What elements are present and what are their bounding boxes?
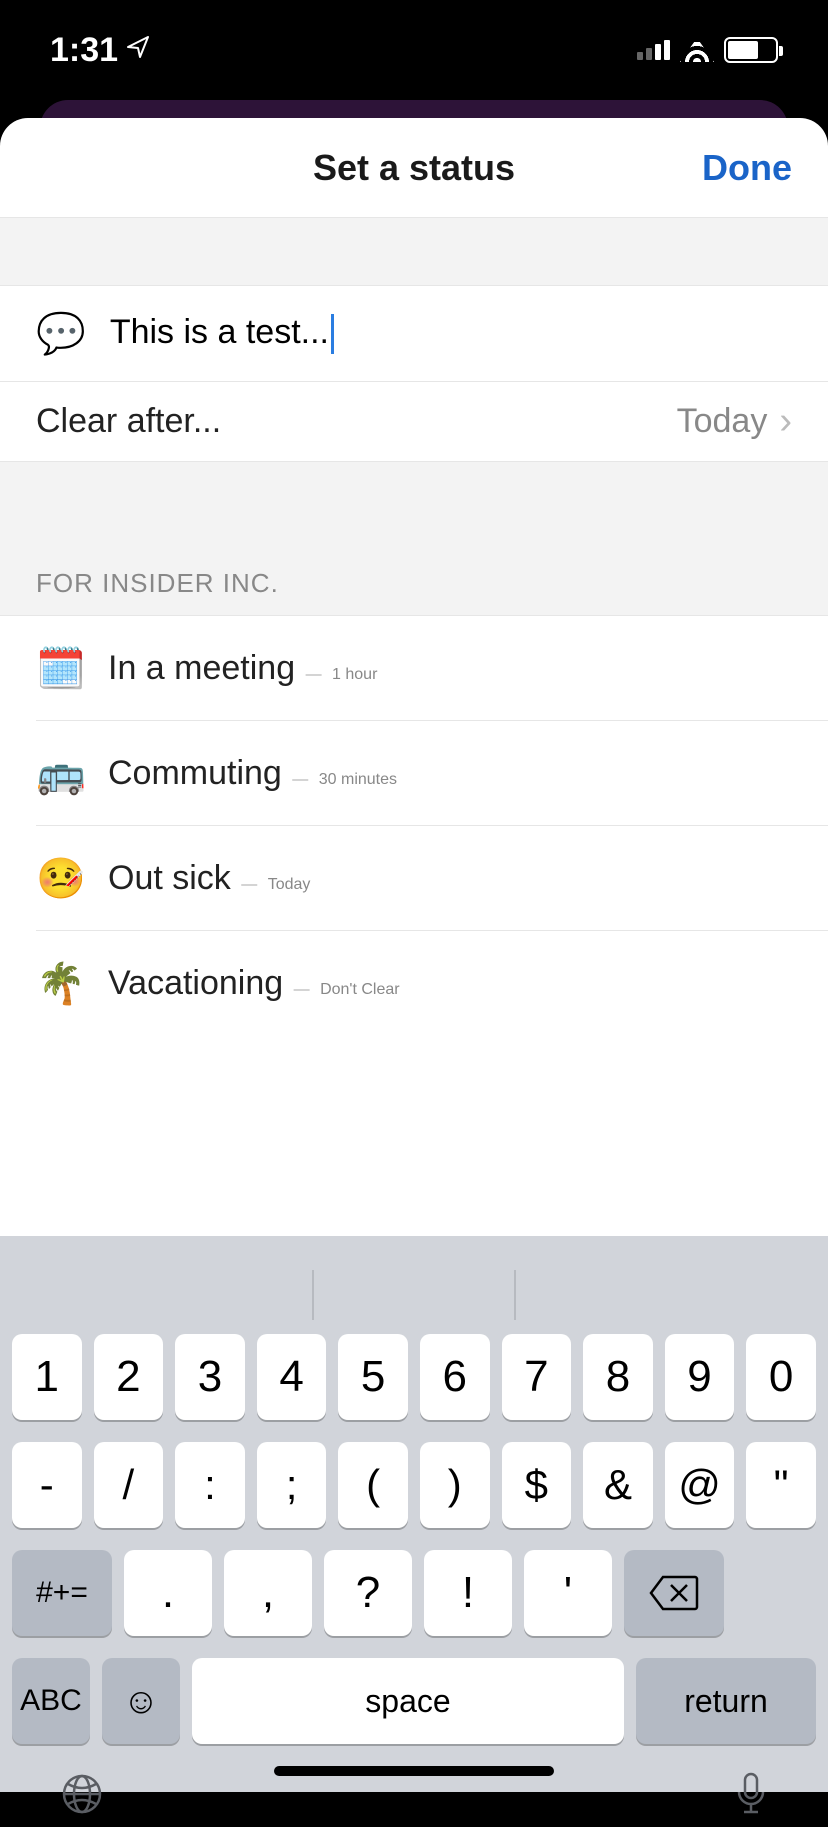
status-text-input[interactable]: This is a test...: [110, 313, 334, 354]
quicktype-divider: [312, 1270, 314, 1320]
status-text-value: This is a test...: [110, 313, 329, 351]
backspace-icon: [649, 1575, 699, 1611]
chevron-right-icon: ›: [779, 400, 792, 443]
key-space[interactable]: space: [192, 1658, 624, 1744]
preset-label: In a meeting: [108, 649, 295, 687]
sheet-header: Set a status Done: [0, 118, 828, 218]
mic-icon[interactable]: [734, 1772, 768, 1827]
key-period[interactable]: .: [124, 1550, 212, 1636]
preset-duration: Today: [268, 876, 311, 893]
preset-vacation[interactable]: 🌴 Vacationing — Don't Clear: [0, 931, 828, 1035]
key-amp[interactable]: &: [583, 1442, 653, 1528]
home-indicator[interactable]: [274, 1766, 554, 1776]
cell-signal-icon: [637, 40, 670, 60]
section-header: FOR INSIDER INC.: [0, 462, 828, 616]
clear-after-value: Today: [677, 402, 768, 441]
preset-sick[interactable]: 🤒 Out sick — Today: [0, 826, 828, 930]
preset-label: Vacationing: [108, 964, 283, 1002]
bus-icon: 🚌: [36, 750, 82, 797]
key-exclaim[interactable]: !: [424, 1550, 512, 1636]
sick-face-icon: 🤒: [36, 855, 82, 902]
globe-icon[interactable]: [60, 1772, 104, 1827]
key-5[interactable]: 5: [338, 1334, 408, 1420]
keyboard-row-3: #+= . , ? ! ': [0, 1550, 828, 1636]
sheet-title: Set a status: [313, 147, 515, 189]
key-at[interactable]: @: [665, 1442, 735, 1528]
spacer: [0, 218, 828, 286]
key-apostrophe[interactable]: ': [524, 1550, 612, 1636]
section-gap: FOR INSIDER INC.: [0, 462, 828, 616]
key-6[interactable]: 6: [420, 1334, 490, 1420]
ios-keyboard: 1 2 3 4 5 6 7 8 9 0 - / : ; ( ) $ & @ " …: [0, 1236, 828, 1792]
key-lparen[interactable]: (: [338, 1442, 408, 1528]
wifi-icon: [680, 38, 714, 62]
calendar-icon: 🗓️: [36, 645, 82, 692]
key-4[interactable]: 4: [257, 1334, 327, 1420]
key-question[interactable]: ?: [324, 1550, 412, 1636]
key-rparen[interactable]: ): [420, 1442, 490, 1528]
key-7[interactable]: 7: [502, 1334, 572, 1420]
key-dollar[interactable]: $: [502, 1442, 572, 1528]
key-1[interactable]: 1: [12, 1334, 82, 1420]
key-slash[interactable]: /: [94, 1442, 164, 1528]
key-backspace[interactable]: [624, 1550, 724, 1636]
key-abc[interactable]: ABC: [12, 1658, 90, 1744]
separator: —: [306, 666, 326, 683]
speech-bubble-icon[interactable]: 💬: [36, 310, 86, 357]
preset-duration: 30 minutes: [319, 771, 397, 788]
keyboard-row-4: ABC ☺ space return: [0, 1658, 828, 1744]
preset-list: 🗓️ In a meeting — 1 hour 🚌 Commuting — 3…: [0, 616, 828, 1035]
key-0[interactable]: 0: [746, 1334, 816, 1420]
battery-icon: [724, 37, 778, 63]
preset-label: Out sick: [108, 859, 231, 897]
quicktype-divider: [514, 1270, 516, 1320]
separator: —: [294, 981, 314, 998]
done-button[interactable]: Done: [702, 147, 792, 189]
separator: —: [241, 876, 261, 893]
keyboard-row-1: 1 2 3 4 5 6 7 8 9 0: [0, 1334, 828, 1420]
preset-label: Commuting: [108, 754, 282, 792]
clock: 1:31: [50, 31, 118, 70]
clear-after-label: Clear after...: [36, 402, 221, 441]
key-9[interactable]: 9: [665, 1334, 735, 1420]
key-comma[interactable]: ,: [224, 1550, 312, 1636]
key-symbols[interactable]: #+=: [12, 1550, 112, 1636]
status-input-row[interactable]: 💬 This is a test...: [0, 286, 828, 382]
key-colon[interactable]: :: [175, 1442, 245, 1528]
quicktype-bar: [0, 1256, 828, 1334]
preset-duration: Don't Clear: [320, 981, 400, 998]
preset-meeting[interactable]: 🗓️ In a meeting — 1 hour: [0, 616, 828, 720]
key-dash[interactable]: -: [12, 1442, 82, 1528]
key-semicolon[interactable]: ;: [257, 1442, 327, 1528]
key-return[interactable]: return: [636, 1658, 816, 1744]
preset-commuting[interactable]: 🚌 Commuting — 30 minutes: [0, 721, 828, 825]
clear-after-row[interactable]: Clear after... Today ›: [0, 382, 828, 462]
key-2[interactable]: 2: [94, 1334, 164, 1420]
keyboard-row-2: - / : ; ( ) $ & @ ": [0, 1442, 828, 1528]
key-3[interactable]: 3: [175, 1334, 245, 1420]
key-emoji[interactable]: ☺: [102, 1658, 180, 1744]
text-caret: [331, 314, 334, 354]
separator: —: [292, 771, 312, 788]
palm-tree-icon: 🌴: [36, 960, 82, 1007]
key-quote[interactable]: ": [746, 1442, 816, 1528]
status-bar: 1:31: [0, 0, 828, 100]
location-icon: [126, 35, 150, 66]
preset-duration: 1 hour: [332, 666, 377, 683]
key-8[interactable]: 8: [583, 1334, 653, 1420]
